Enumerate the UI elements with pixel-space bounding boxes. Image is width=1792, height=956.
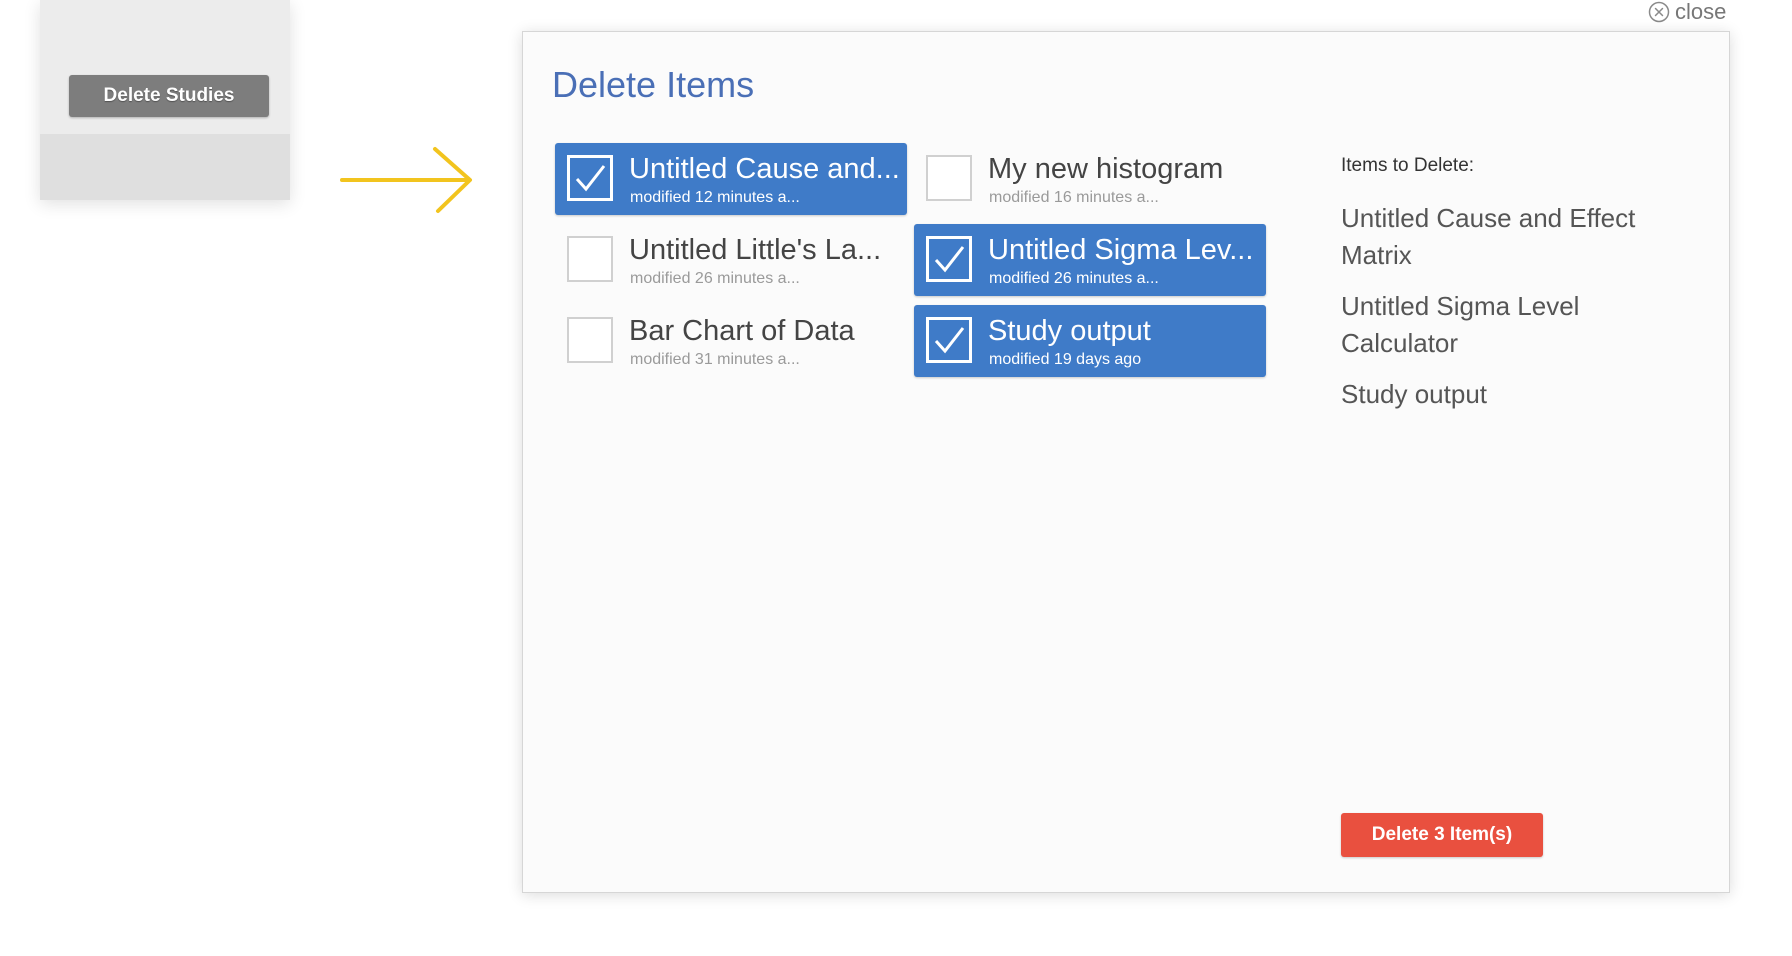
items-to-delete-entry: Untitled Sigma Level Calculator [1341, 291, 1580, 358]
item-title: Bar Chart of Data [629, 315, 855, 347]
delete-items-button[interactable]: Delete 3 Item(s) [1341, 813, 1543, 857]
items-to-delete-heading: Items to Delete: [1341, 155, 1475, 176]
item-checkbox[interactable] [926, 236, 972, 282]
item-card[interactable]: My new histogram modified 16 minutes a..… [914, 143, 1266, 215]
items-to-delete-entry: Study output [1341, 379, 1487, 409]
item-checkbox[interactable] [926, 317, 972, 363]
item-checkbox[interactable] [567, 155, 613, 201]
item-modified: modified 26 minutes a... [630, 270, 800, 287]
close-button[interactable]: close [1648, 0, 1726, 24]
background-panel: Delete Studies [40, 0, 290, 200]
item-modified: modified 26 minutes a... [989, 270, 1159, 287]
dialog-title: Delete Items [552, 64, 755, 105]
item-grid: Untitled Cause and... modified 12 minute… [555, 143, 1275, 377]
item-card[interactable]: Bar Chart of Data modified 31 minutes a.… [555, 305, 907, 377]
item-title: Untitled Sigma Lev... [988, 234, 1254, 266]
item-checkbox[interactable] [926, 155, 972, 201]
item-title: Untitled Cause and... [629, 153, 900, 185]
delete-items-dialog: Delete Items Untitled Cause and... modif… [522, 31, 1730, 893]
background-panel-header: Delete Studies [40, 0, 290, 134]
item-modified: modified 31 minutes a... [630, 351, 800, 368]
item-card[interactable]: Untitled Sigma Lev... modified 26 minute… [914, 224, 1266, 296]
items-to-delete-panel: Items to Delete: Untitled Cause and Effe… [1341, 155, 1671, 427]
item-checkbox[interactable] [567, 317, 613, 363]
checkmark-icon [934, 327, 965, 354]
items-to-delete-entry: Untitled Cause and Effect Matrix [1341, 203, 1636, 270]
item-checkbox[interactable] [567, 236, 613, 282]
close-label: close [1675, 0, 1727, 24]
item-card[interactable]: Study output modified 19 days ago [914, 305, 1266, 377]
item-modified: modified 19 days ago [989, 351, 1142, 368]
item-title: My new histogram [988, 153, 1224, 185]
item-modified: modified 16 minutes a... [989, 189, 1159, 206]
arrow-right-icon [340, 147, 472, 213]
checkmark-icon [934, 246, 965, 273]
item-card[interactable]: Untitled Cause and... modified 12 minute… [555, 143, 907, 215]
item-title: Study output [988, 315, 1151, 347]
item-card[interactable]: Untitled Little's La... modified 26 minu… [555, 224, 907, 296]
checkmark-icon [575, 165, 606, 192]
close-circle-icon [1648, 1, 1670, 23]
item-modified: modified 12 minutes a... [630, 189, 800, 206]
item-title: Untitled Little's La... [629, 234, 882, 266]
delete-studies-button[interactable]: Delete Studies [69, 75, 269, 117]
